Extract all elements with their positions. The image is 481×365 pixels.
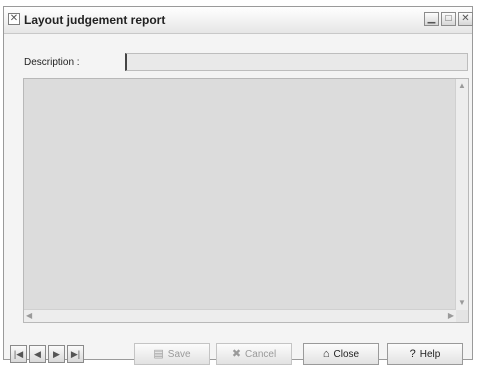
save-label: Save: [167, 348, 191, 360]
scroll-corner: [456, 310, 468, 322]
help-label: Help: [419, 348, 441, 360]
cancel-button[interactable]: ✖ Cancel: [216, 343, 292, 365]
help-button[interactable]: ? Help: [387, 343, 463, 365]
scroll-right-icon[interactable]: ▶: [448, 311, 454, 321]
close-icon[interactable]: ✕: [458, 12, 473, 26]
cancel-x-icon: ✖: [231, 347, 242, 360]
next-record-icon[interactable]: ▶: [48, 345, 65, 363]
minimize-icon[interactable]: ▁: [424, 12, 439, 26]
maximize-icon[interactable]: □: [441, 12, 456, 26]
door-icon: ⌂: [322, 347, 330, 360]
scroll-up-icon[interactable]: ▲: [458, 81, 466, 91]
close-x-icon: ✕: [8, 13, 20, 25]
help-book-icon: ?: [409, 347, 416, 360]
close-label: Close: [333, 348, 360, 360]
save-button[interactable]: ▤ Save: [134, 343, 210, 365]
first-record-icon[interactable]: |◀: [10, 345, 27, 363]
scroll-left-icon[interactable]: ◀: [26, 311, 32, 321]
horizontal-scrollbar[interactable]: ◀ ▶: [24, 309, 456, 322]
report-text-area[interactable]: ▲ ▼ ◀ ▶: [23, 78, 469, 323]
description-label: Description :: [24, 57, 80, 68]
report-window: ✕ Layout judgement report ▁ □ ✕ Descript…: [3, 6, 473, 365]
last-record-icon[interactable]: ▶|: [67, 345, 84, 363]
disk-icon: ▤: [153, 347, 164, 360]
previous-record-icon[interactable]: ◀: [29, 345, 46, 363]
cancel-label: Cancel: [245, 348, 277, 360]
title-bar[interactable]: ✕ Layout judgement report ▁ □ ✕: [4, 7, 473, 34]
vertical-scrollbar[interactable]: ▲ ▼: [455, 79, 468, 310]
scroll-down-icon[interactable]: ▼: [458, 298, 466, 308]
close-button[interactable]: ⌂ Close: [303, 343, 379, 365]
description-input[interactable]: [125, 53, 468, 71]
window-title: Layout judgement report: [24, 13, 166, 27]
